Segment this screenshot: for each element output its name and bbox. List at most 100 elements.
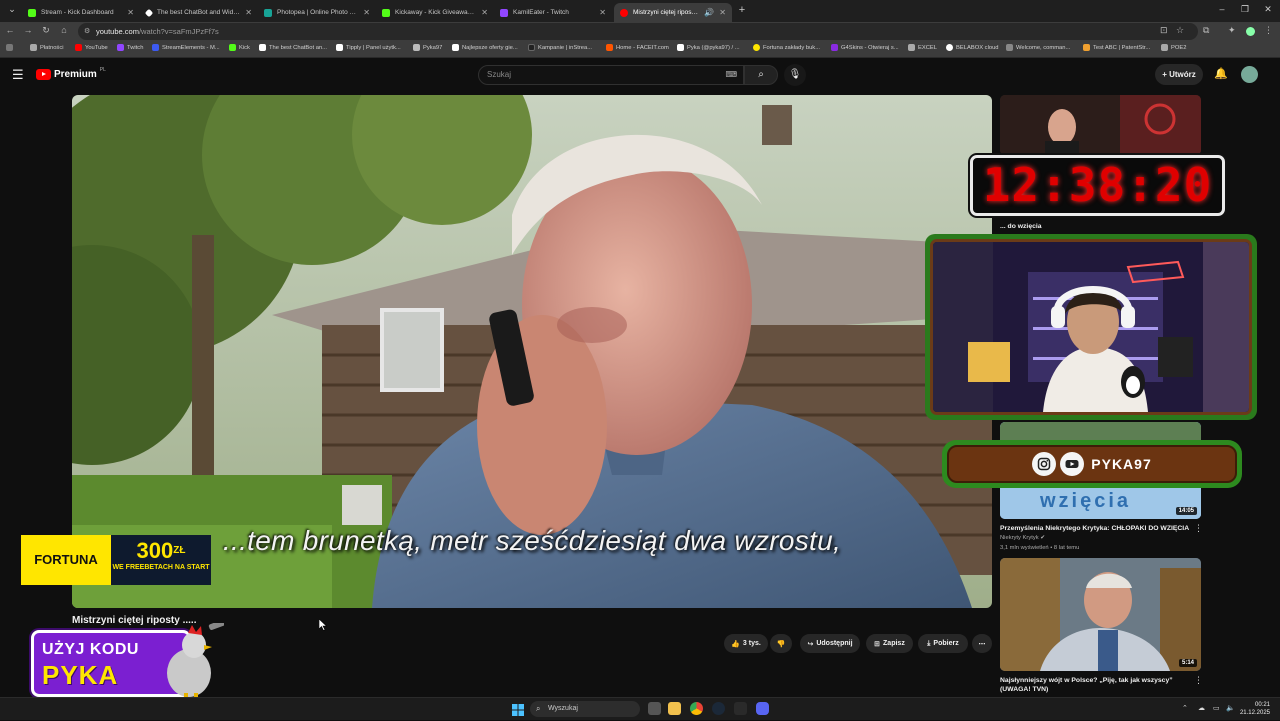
close-tab-icon[interactable]: ✕ <box>481 8 488 17</box>
more-vertical-icon[interactable]: ⋮ <box>1194 675 1203 686</box>
url-field[interactable]: ⚙ youtube.com/watch?v=saFmJPzFf7s <box>78 23 1198 40</box>
forward-icon[interactable]: → <box>21 25 35 35</box>
tray-overflow-icon[interactable]: ⌃ <box>1182 704 1188 712</box>
browser-tab[interactable]: Kickaway - Kick Giveaway Tool ✕ <box>376 3 494 22</box>
timer-value: 12:38:20 <box>982 158 1213 212</box>
discord-icon[interactable] <box>756 702 769 715</box>
bookmark-item[interactable]: BELABOX cloud <box>946 44 999 51</box>
bookmark-item[interactable]: Płatności <box>30 44 64 51</box>
instagram-icon <box>1032 452 1057 476</box>
taskbar-clock[interactable]: 00:21 21.12.2025 <box>1240 701 1270 717</box>
bookmark-star-icon[interactable]: ☆ <box>1176 25 1184 36</box>
dislike-button[interactable]: 👎 <box>770 634 792 653</box>
channel-name[interactable]: Niekryty Krytyk ✔ <box>1000 535 1045 541</box>
bookmark-item[interactable]: The best ChatBot an... <box>259 44 327 51</box>
bookmark-item[interactable]: Twitch <box>117 44 143 51</box>
recommendation-thumbnail[interactable] <box>1000 95 1201 155</box>
monitor-icon[interactable]: ▭ <box>1213 704 1220 712</box>
install-app-icon[interactable]: ⊡ <box>1160 25 1168 36</box>
close-tab-icon[interactable]: ✕ <box>363 8 370 17</box>
back-icon[interactable]: ← <box>3 25 17 35</box>
share-icon: ↪ <box>807 640 814 648</box>
browser-menu-icon[interactable]: ⋮ <box>1264 25 1273 36</box>
bookmark-item[interactable]: Fortuna zakłady buk... <box>753 44 820 51</box>
obs-icon[interactable] <box>734 702 747 715</box>
browser-tab-active[interactable]: Mistrzyni ciętej riposty ... 🔊 ✕ <box>614 3 732 22</box>
recommendation-title[interactable]: Najsłynniejszy wójt w Polsce? „Piję, tak… <box>1000 676 1190 694</box>
onedrive-icon[interactable]: ☁ <box>1198 704 1205 712</box>
browser-tab[interactable]: Stream - Kick Dashboard ✕ <box>22 3 140 22</box>
browser-tab[interactable]: KamilEater - Twitch ✕ <box>494 3 612 22</box>
search-button[interactable]: ⌕ <box>744 65 778 85</box>
bookmark-item[interactable]: Kick <box>229 44 250 51</box>
webcam-overlay <box>925 234 1257 420</box>
tab-title: Mistrzyni ciętej riposty ... <box>633 9 700 16</box>
close-tab-icon[interactable]: ✕ <box>719 8 726 17</box>
tab-search-icon[interactable]: ⌄ <box>2 4 22 15</box>
share-button[interactable]: ↪ Udostępnij <box>800 634 860 653</box>
promo-code-overlay: UŻYJ KODU PYKA <box>31 623 224 703</box>
download-button[interactable]: ⤓ Pobierz <box>918 634 968 653</box>
home-icon[interactable]: ⌂ <box>57 25 71 35</box>
save-label: Zapisz <box>883 640 905 647</box>
youtube-logo[interactable]: Premium PL <box>36 67 106 80</box>
bookmark-item[interactable]: Home - FACEIT.com <box>606 44 669 51</box>
site-info-icon[interactable]: ⚙ <box>84 23 90 40</box>
speaker-icon[interactable]: 🔊 <box>704 8 714 17</box>
fortuna-bonus-text: WE FREEBETACH NA START <box>112 564 210 571</box>
account-avatar[interactable] <box>1241 66 1258 83</box>
promo-code: PYKA <box>42 660 119 690</box>
close-tab-icon[interactable]: ✕ <box>127 8 134 17</box>
instream-icon <box>528 44 535 51</box>
search-input[interactable]: Szukaj ⌨ <box>478 65 744 85</box>
reload-icon[interactable]: ↻ <box>39 25 53 36</box>
windows-start-icon[interactable] <box>512 703 524 716</box>
video-player[interactable]: ...tem brunetką, metr sześćdziesiąt dwa … <box>72 95 992 608</box>
voice-search-button[interactable]: 🎙 <box>784 64 806 86</box>
bookmark-item[interactable]: Pyka (@pyka97) / ... <box>677 44 740 51</box>
bookmark-item[interactable]: G4Skins - Otwieraj s... <box>831 44 899 51</box>
recommendation-title[interactable]: ... do wzięcia <box>1000 222 1190 231</box>
keyboard-icon[interactable]: ⌨ <box>725 66 737 84</box>
search-icon: ⌕ <box>758 69 764 80</box>
close-tab-icon[interactable]: ✕ <box>245 8 252 17</box>
maximize-icon[interactable]: ❐ <box>1235 4 1255 15</box>
bookmark-item[interactable]: StreamElements - M... <box>152 44 220 51</box>
bookmark-item[interactable]: EXCEL <box>908 44 937 51</box>
profile-avatar-icon[interactable] <box>1246 27 1255 36</box>
bookmark-item[interactable]: Test ABC | PatentStr... <box>1083 44 1150 51</box>
welcome-icon <box>1006 44 1013 51</box>
create-button[interactable]: + Utwórz <box>1155 64 1203 85</box>
taskbar-search[interactable]: ⌕ Wyszukaj <box>530 701 640 717</box>
minimize-icon[interactable]: – <box>1212 4 1232 14</box>
bookmark-item[interactable]: Welcome, comman... <box>1006 44 1070 51</box>
bookmark-item[interactable]: YouTube <box>75 44 108 51</box>
browser-tab[interactable]: The best ChatBot and Widgets ✕ <box>140 3 258 22</box>
bookmark-item[interactable]: POE2 <box>1161 44 1186 51</box>
notifications-bell-icon[interactable]: 🔔 <box>1214 67 1228 80</box>
recommendation-title[interactable]: Przemyślenia Niekrytego Krytyka: CHŁOPAK… <box>1000 524 1190 533</box>
hamburger-menu-icon[interactable]: ☰ <box>12 67 24 83</box>
recommendation-thumbnail[interactable]: 5:14 <box>1000 558 1201 671</box>
puzzle-icon[interactable]: ✦ <box>1228 25 1236 36</box>
save-button[interactable]: ⊞ Zapisz <box>866 634 913 653</box>
fortuna-icon <box>753 44 760 51</box>
volume-icon[interactable]: 🔈 <box>1226 704 1235 712</box>
close-window-icon[interactable]: ✕ <box>1258 4 1278 15</box>
apps-grid-icon[interactable] <box>6 44 13 51</box>
bookmark-item[interactable]: Pyka97 <box>413 44 442 51</box>
steam-icon[interactable] <box>712 702 725 715</box>
like-button[interactable]: 👍 3 tys. <box>724 634 768 653</box>
new-tab-icon[interactable]: + <box>732 4 752 16</box>
chrome-icon[interactable] <box>690 702 703 715</box>
file-explorer-icon[interactable] <box>668 702 681 715</box>
close-tab-icon[interactable]: ✕ <box>599 8 606 17</box>
extensions-icon[interactable]: ⧉ <box>1203 25 1209 36</box>
browser-tab[interactable]: Photopea | Online Photo Editor ✕ <box>258 3 376 22</box>
more-actions-button[interactable]: ⋯ <box>972 634 992 653</box>
more-vertical-icon[interactable]: ⋮ <box>1194 523 1203 534</box>
bookmark-item[interactable]: Najlepsze oferty gie... <box>452 44 518 51</box>
bookmark-item[interactable]: Kampanie | inStrea... <box>528 44 592 51</box>
bookmark-item[interactable]: Tipply | Panel użytk... <box>336 44 401 51</box>
task-view-icon[interactable] <box>648 702 661 715</box>
